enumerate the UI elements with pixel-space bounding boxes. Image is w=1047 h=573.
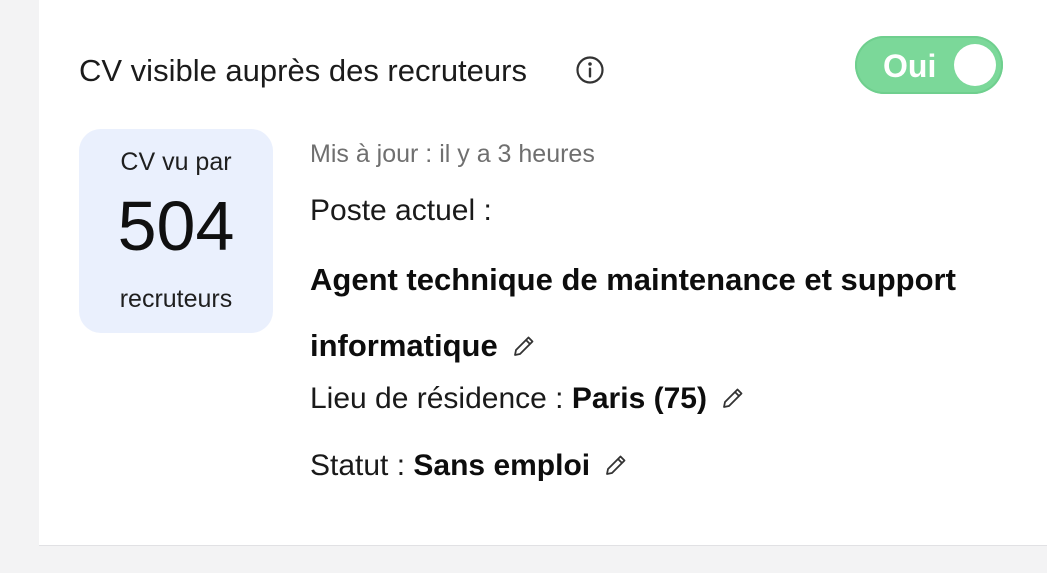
toggle-label: Oui bbox=[883, 48, 937, 84]
last-updated-text: Mis à jour : il y a 3 heures bbox=[310, 140, 595, 168]
toggle-knob bbox=[954, 44, 996, 86]
info-icon[interactable] bbox=[575, 55, 605, 85]
edit-position-pencil-icon[interactable] bbox=[512, 315, 536, 356]
current-position-label: Poste actuel : bbox=[310, 194, 492, 227]
residence-value: Paris (75) bbox=[571, 382, 707, 415]
cv-visibility-label: CV visible auprès des recruteurs bbox=[79, 53, 527, 88]
views-caption-top: CV vu par bbox=[120, 148, 232, 176]
residence-label: Lieu de résidence : bbox=[310, 382, 564, 415]
cv-visibility-row: CV visible auprès des recruteurs Oui bbox=[79, 36, 1007, 100]
edit-status-pencil-icon[interactable] bbox=[604, 451, 628, 475]
current-position-value: Agent technique de maintenance et suppor… bbox=[310, 262, 956, 363]
views-count: 504 bbox=[117, 187, 235, 265]
edit-residence-pencil-icon[interactable] bbox=[721, 384, 745, 408]
current-position-value-row: Agent technique de maintenance et suppor… bbox=[310, 247, 1010, 379]
profile-card: CV visible auprès des recruteurs Oui CV … bbox=[39, 0, 1047, 546]
views-counter-box: CV vu par 504 recruteurs bbox=[79, 129, 273, 333]
status-row: Statut : Sans emploi bbox=[310, 449, 628, 483]
residence-row: Lieu de résidence : Paris (75) bbox=[310, 382, 745, 416]
cv-visibility-toggle[interactable]: Oui bbox=[855, 36, 1003, 94]
status-label: Statut : bbox=[310, 449, 406, 482]
views-caption-bottom: recruteurs bbox=[119, 285, 233, 313]
status-value: Sans emploi bbox=[413, 449, 591, 482]
